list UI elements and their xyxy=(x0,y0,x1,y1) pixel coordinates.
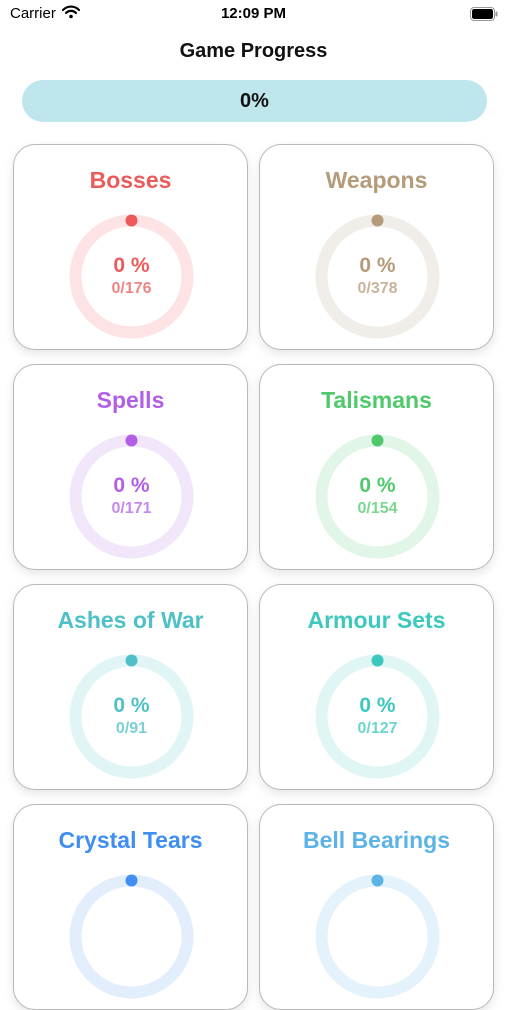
progress-ring-track xyxy=(315,874,440,999)
category-percent: 0 % xyxy=(359,474,396,497)
progress-ring: 0 % 0/154 xyxy=(315,434,440,559)
category-card[interactable]: Bosses 0 % 0/176 xyxy=(13,144,248,350)
category-title: Crystal Tears xyxy=(58,827,203,853)
category-card[interactable]: Talismans 0 % 0/154 xyxy=(259,364,494,570)
category-count: 0/91 xyxy=(115,720,148,737)
category-title: Spells xyxy=(96,387,165,413)
category-title: Armour Sets xyxy=(307,607,446,633)
category-card[interactable]: Armour Sets 0 % 0/127 xyxy=(259,584,494,790)
category-count: 0/171 xyxy=(111,500,152,517)
category-title: Ashes of War xyxy=(57,607,204,633)
category-percent: 0 % xyxy=(113,694,150,717)
category-grid: Bosses 0 % 0/176 Weapons 0 % 0/378 Spells 0 % 0/… xyxy=(0,0,507,1010)
category-card[interactable]: Bell Bearings xyxy=(259,804,494,1010)
category-card[interactable]: Crystal Tears xyxy=(13,804,248,1010)
category-count: 0/176 xyxy=(111,280,152,297)
category-title: Bell Bearings xyxy=(303,827,450,853)
progress-ring-track xyxy=(69,874,194,999)
progress-ring: 0 % 0/91 xyxy=(69,654,194,779)
category-count: 0/378 xyxy=(357,280,398,297)
category-percent: 0 % xyxy=(359,254,396,277)
category-card[interactable]: Weapons 0 % 0/378 xyxy=(259,144,494,350)
category-percent: 0 % xyxy=(359,694,396,717)
category-percent: 0 % xyxy=(113,474,150,497)
category-card[interactable]: Spells 0 % 0/171 xyxy=(13,364,248,570)
category-count: 0/154 xyxy=(357,500,398,517)
category-card[interactable]: Ashes of War 0 % 0/91 xyxy=(13,584,248,790)
progress-ring: 0 % 0/176 xyxy=(69,214,194,339)
progress-ring xyxy=(315,874,440,999)
category-title: Talismans xyxy=(321,387,432,413)
progress-ring: 0 % 0/378 xyxy=(315,214,440,339)
category-title: Weapons xyxy=(325,167,428,193)
category-count: 0/127 xyxy=(357,720,398,737)
category-title: Bosses xyxy=(89,167,172,193)
progress-ring xyxy=(69,874,194,999)
category-percent: 0 % xyxy=(113,254,150,277)
progress-ring: 0 % 0/171 xyxy=(69,434,194,559)
progress-ring: 0 % 0/127 xyxy=(315,654,440,779)
